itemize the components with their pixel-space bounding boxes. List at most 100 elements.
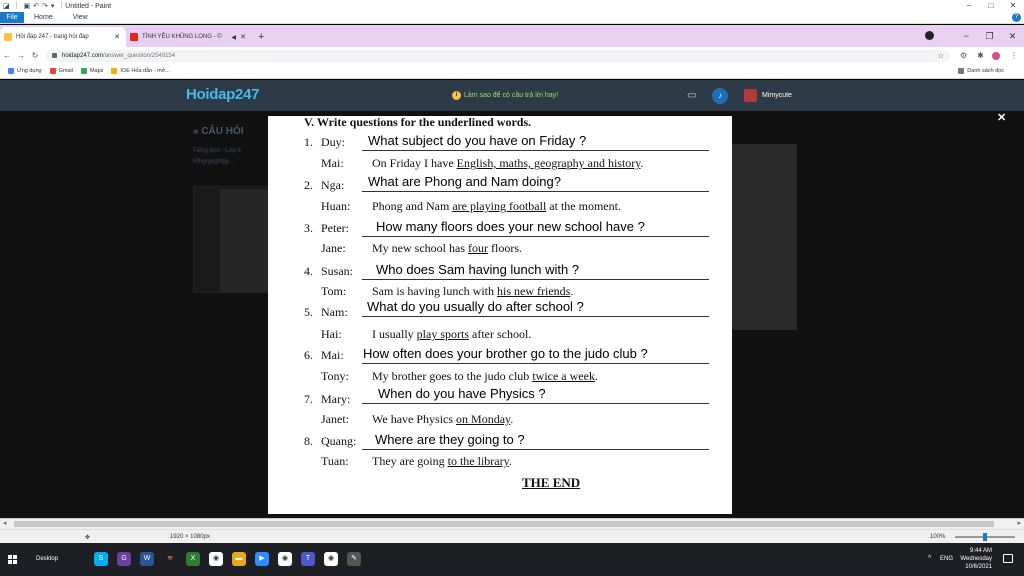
question-author: Hfhgrgeghtgy... — [193, 159, 234, 165]
tab-youtube[interactable]: TÌNH YÊU KHỦNG LONG - © ◀ ✕ — [126, 27, 252, 47]
profile-avatar[interactable] — [991, 51, 1000, 60]
zoom-level: 100% — [930, 534, 946, 540]
maximize-button[interactable]: □ — [980, 0, 1002, 12]
promo-link[interactable]: i Làm sao để có câu trả lời hay! — [452, 91, 558, 100]
notification-icon[interactable] — [1003, 554, 1013, 563]
input-language[interactable]: ENG — [940, 556, 953, 562]
username[interactable]: Mimycute — [762, 92, 792, 99]
underlined-words: four — [468, 241, 488, 255]
handwritten-question: What subject do you have on Friday ? — [368, 133, 587, 148]
zoom-slider-knob[interactable] — [983, 533, 987, 541]
underlined-words: on Monday — [456, 412, 511, 426]
restore-button[interactable]: ❐ — [978, 27, 1001, 45]
answer-underline — [362, 403, 709, 404]
word-icon[interactable]: W — [140, 552, 154, 566]
minimize-button[interactable]: − — [958, 0, 980, 12]
underlined-words: play sports — [416, 327, 470, 341]
excel-icon[interactable]: X — [186, 552, 200, 566]
response-line: Janet: We have Physics on Monday. — [268, 412, 732, 432]
minimize-button[interactable]: − — [955, 27, 978, 45]
answer-underline — [362, 449, 709, 450]
asker-name: Mai: — [321, 348, 344, 362]
bookmark-ioe[interactable]: IOE Hỏa dẫn - mở... — [111, 68, 170, 74]
bookmark-apps[interactable]: Ứng dụng — [8, 68, 42, 74]
tab-close-icon[interactable]: ✕ — [240, 33, 246, 41]
chrome-icon[interactable]: ◉ — [209, 552, 223, 566]
question-subject: Tiếng Anh · Lớp 6 — [193, 148, 241, 154]
tab-close-icon[interactable]: ✕ — [114, 33, 120, 41]
ribbon-tab-file[interactable]: File — [0, 12, 24, 23]
taskbar-apps: S G W ≋ X ◉ ▬ ▶ ◉ T ◉ ✎ — [94, 552, 361, 566]
user-avatar[interactable] — [744, 89, 757, 102]
folder-icon[interactable]: ▬ — [232, 552, 246, 566]
scroll-right-icon[interactable]: ▸ — [1017, 519, 1021, 527]
underlined-words: English, maths, geography and history — [456, 156, 641, 170]
bookmark-maps[interactable]: Maps — [80, 68, 103, 74]
back-arrow-icon[interactable]: ← — [0, 51, 14, 60]
tray-expand-icon[interactable]: ^ — [928, 555, 931, 562]
forward-arrow-icon[interactable]: → — [14, 51, 28, 60]
teams-icon[interactable]: T — [301, 552, 315, 566]
bell-icon[interactable]: ♪ — [712, 88, 728, 104]
zoom-app-icon[interactable]: ▶ — [255, 552, 269, 566]
ioe-icon — [111, 68, 118, 74]
responder-name: Tony: — [321, 369, 349, 383]
bookmarks-bar: Ứng dụng Gmail Maps IOE Hỏa dẫn - mở... … — [0, 64, 1024, 79]
skype-icon[interactable]: S — [94, 552, 108, 566]
question-image-thumbnail[interactable] — [193, 186, 270, 293]
url-input[interactable]: hoidap247.com/answer_question/2549154 ☆ — [46, 49, 950, 62]
new-tab-button[interactable]: + — [252, 27, 270, 47]
paint-app-icon: ◪ — [3, 3, 10, 10]
desktop-toolbar[interactable]: Desktop — [36, 556, 58, 562]
paint-window-title: Untitled - Paint — [65, 2, 112, 10]
customize-dropdown-icon[interactable]: ▾ — [51, 2, 55, 10]
browser-tab-bar: Hỏi đáp 247 - trang hỏi đáp ✕ TÌNH YÊU K… — [0, 25, 1024, 47]
ribbon-tab-home[interactable]: Home — [24, 12, 63, 23]
save-icon[interactable]: ▣ — [23, 2, 30, 10]
tab-hoidap247[interactable]: Hỏi đáp 247 - trang hỏi đáp ✕ — [0, 27, 126, 47]
response-line: Tuan: They are going to the library. — [268, 454, 732, 474]
puzzle-icon[interactable]: ✱ — [977, 51, 984, 60]
item-number: 5. — [304, 305, 313, 319]
youtube-favicon-icon — [130, 33, 138, 41]
back-to-questions-link[interactable]: « CÂU HỎI — [193, 126, 244, 137]
extension-settings-icon[interactable]: ⚙ — [960, 51, 967, 60]
reload-icon[interactable]: ↻ — [28, 51, 42, 60]
wifi-app-icon[interactable]: ≋ — [163, 552, 177, 566]
close-button[interactable]: ✕ — [1001, 27, 1024, 45]
item-number: 2. — [304, 178, 313, 192]
handwritten-question: What do you usually do after school ? — [367, 299, 584, 314]
star-icon[interactable]: ☆ — [938, 52, 944, 60]
app-icon[interactable]: G — [117, 552, 131, 566]
close-button[interactable]: ✕ — [1002, 0, 1024, 12]
responder-name: Mai: — [321, 156, 344, 170]
scroll-left-icon[interactable]: ◂ — [3, 519, 7, 527]
ribbon-tab-view[interactable]: View — [63, 12, 98, 23]
reading-list[interactable]: Danh sách đọc — [958, 68, 1004, 74]
handwritten-question: How often does your brother go to the ju… — [363, 346, 648, 361]
bookmark-gmail[interactable]: Gmail — [49, 68, 73, 74]
url-host: hoidap247.com — [62, 52, 104, 59]
undo-icon[interactable]: ↶ — [33, 2, 39, 10]
google-icon — [49, 68, 56, 74]
windows-start-icon[interactable] — [8, 555, 17, 564]
audio-playing-icon[interactable]: ◀ — [231, 34, 236, 41]
scrollbar-thumb[interactable] — [14, 521, 994, 527]
paint-window-controls: − □ ✕ — [958, 0, 1024, 12]
site-logo[interactable]: Hoidap247 — [186, 86, 259, 103]
record-icon[interactable] — [925, 31, 934, 40]
horizontal-scrollbar[interactable]: ◂ ▸ — [0, 518, 1024, 529]
answer-underline — [362, 279, 709, 280]
system-clock[interactable]: 9:44 AM Wednesday 10/6/2021 — [960, 547, 992, 571]
paint-taskbar-icon[interactable]: ✎ — [347, 552, 361, 566]
redo-icon[interactable]: ↷ — [42, 2, 48, 10]
chrome-profile-icon[interactable]: ◉ — [324, 552, 338, 566]
side-panel — [732, 144, 797, 330]
help-icon[interactable]: ? — [1012, 13, 1021, 22]
close-viewer-icon[interactable]: ✕ — [997, 111, 1006, 124]
chrome-icon[interactable]: ◉ — [278, 552, 292, 566]
site-header: Hoidap247 i Làm sao để có câu trả lời ha… — [0, 80, 1024, 111]
responder-name: Tom: — [321, 284, 347, 298]
chat-icon[interactable]: ▭ — [687, 90, 696, 101]
menu-kebab-icon[interactable]: ⋮ — [1010, 51, 1018, 60]
